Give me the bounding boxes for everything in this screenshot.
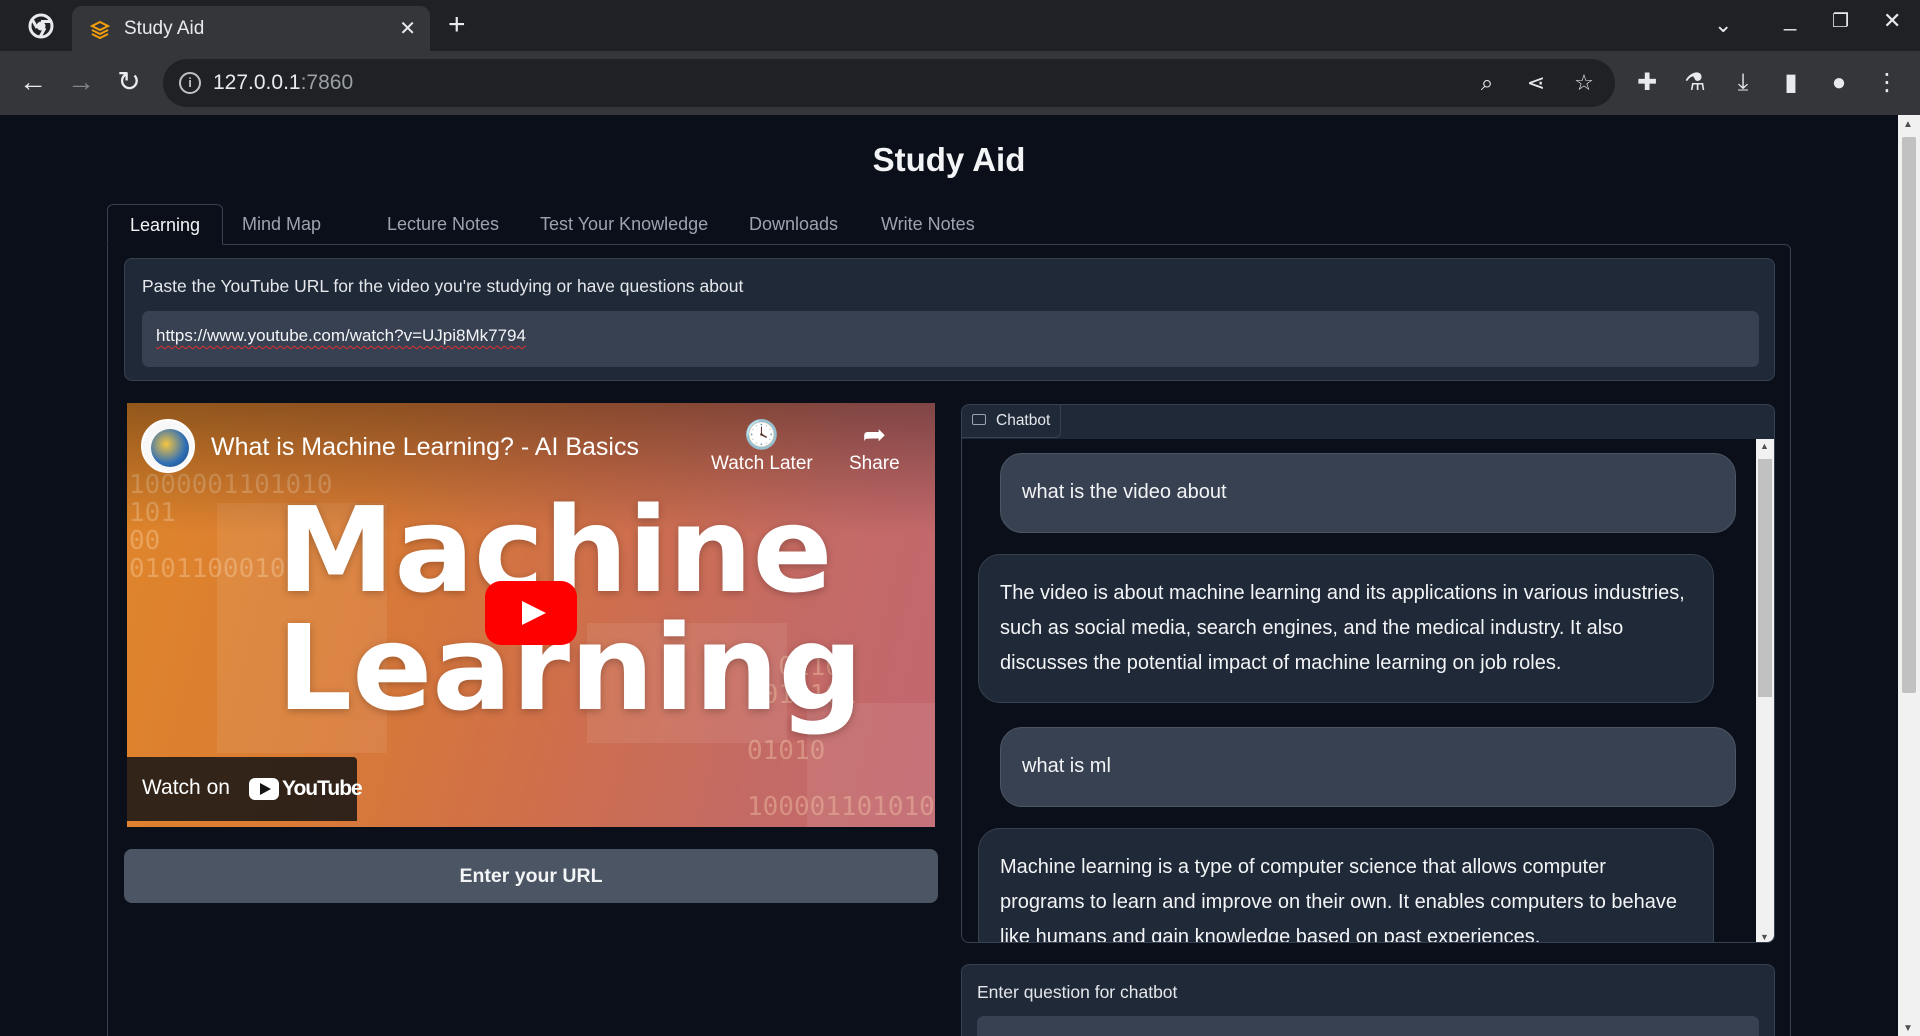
app-title: Study Aid	[872, 141, 1026, 178]
chat-scroll-thumb[interactable]	[1758, 459, 1772, 697]
video-title[interactable]: What is Machine Learning? - AI Basics	[211, 433, 639, 462]
chat-message-text: what is the video about	[1022, 481, 1227, 503]
browser-tab-title: Study Aid	[124, 18, 205, 39]
share-label: Share	[849, 453, 900, 474]
youtube-url-value: https://www.youtube.com/watch?v=UJpi8Mk7…	[156, 326, 526, 345]
page: Study Aid Learning Mind Map Lecture Note…	[0, 115, 1898, 1036]
more-menu-icon[interactable]: ⋮	[1872, 68, 1902, 98]
bookmark-star-icon[interactable]: ☆	[1571, 70, 1597, 96]
watch-on-youtube-button[interactable]: Watch on YouTube	[127, 757, 363, 821]
page-scrollbar[interactable]: ▲ ▼	[1898, 115, 1920, 1036]
tab-test-your-knowledge[interactable]: Test Your Knowledge	[518, 204, 730, 245]
address-bar[interactable]: i 127.0.0.1:7860 ⌕ ⋖ ☆	[163, 59, 1615, 107]
share-button[interactable]: ➦ Share	[849, 417, 900, 475]
tab-search-chevron-icon[interactable]: ⌄	[1714, 12, 1732, 38]
chatbot-block: Chatbot what is the video about The vide…	[961, 404, 1775, 943]
forward-arrow-icon[interactable]: →	[64, 65, 98, 99]
chat-scrollbar[interactable]: ▲ ▼	[1756, 439, 1774, 942]
youtube-url-label: Paste the YouTube URL for the video you'…	[142, 276, 744, 296]
address-bar-url[interactable]: 127.0.0.1:7860	[213, 71, 353, 95]
close-window-icon[interactable]: ✕	[1883, 8, 1901, 34]
chat-message-text: The video is about machine learning and …	[1000, 582, 1685, 674]
scroll-down-arrow-icon[interactable]: ▼	[1760, 932, 1769, 942]
question-label: Enter question for chatbot	[977, 982, 1178, 1002]
page-scroll-thumb[interactable]	[1902, 137, 1916, 693]
chat-message-bot: The video is about machine learning and …	[978, 554, 1714, 703]
chrome-logo-icon[interactable]	[28, 13, 54, 39]
zoom-icon[interactable]: ⌕	[1474, 70, 1500, 96]
youtube-url-input[interactable]: https://www.youtube.com/watch?v=UJpi8Mk7…	[142, 311, 1759, 367]
side-panel-icon[interactable]: ▮	[1776, 68, 1806, 98]
tab-learning[interactable]: Learning	[107, 204, 224, 245]
tab-lecture-notes[interactable]: Lecture Notes	[365, 204, 521, 245]
tab-downloads[interactable]: Downloads	[727, 204, 860, 245]
chat-message-text: Machine learning is a type of computer s…	[1000, 856, 1678, 943]
chatbot-label: Chatbot	[962, 405, 1062, 438]
browser-toolbar: ← → ↻ i 127.0.0.1:7860 ⌕ ⋖ ☆ ✚ ⚗ ⤓ ▮ ● ⋮	[0, 51, 1920, 115]
share-arrow-icon: ➦	[862, 419, 887, 450]
question-block: Enter question for chatbot	[961, 964, 1775, 1036]
scroll-down-arrow-icon[interactable]: ▼	[1903, 1023, 1913, 1034]
minimize-window-icon[interactable]: _	[1784, 6, 1796, 32]
close-tab-icon[interactable]: ✕	[399, 16, 416, 41]
chat-message-user: what is ml	[1000, 727, 1736, 807]
scroll-up-arrow-icon[interactable]: ▲	[1903, 119, 1913, 130]
watch-later-label: Watch Later	[711, 453, 813, 474]
tab-mind-map[interactable]: Mind Map	[220, 204, 343, 245]
youtube-video-embed[interactable]: 1000001101010 101 00 0101100010 0110 101…	[127, 403, 935, 827]
chat-messages[interactable]: what is the video about The video is abo…	[962, 439, 1756, 943]
question-input[interactable]	[977, 1016, 1759, 1036]
browser-tab-study-aid[interactable]: Study Aid ✕	[72, 6, 430, 51]
watch-later-button[interactable]: 🕓 Watch Later	[711, 417, 813, 475]
chrome-labs-flask-icon[interactable]: ⚗	[1680, 68, 1710, 98]
share-icon[interactable]: ⋖	[1523, 70, 1549, 96]
download-icon[interactable]: ⤓	[1728, 68, 1758, 98]
scroll-up-arrow-icon[interactable]: ▲	[1760, 441, 1769, 451]
chat-message-text: what is ml	[1022, 755, 1111, 777]
chat-message-user: what is the video about	[1000, 453, 1736, 533]
enter-url-button[interactable]: Enter your URL	[124, 849, 938, 903]
profile-avatar-icon[interactable]: ●	[1824, 68, 1854, 98]
chat-message-bot: Machine learning is a type of computer s…	[978, 828, 1714, 943]
gradio-favicon-icon	[90, 20, 110, 40]
tab-write-notes[interactable]: Write Notes	[859, 204, 997, 245]
new-tab-icon[interactable]: +	[448, 8, 466, 42]
back-arrow-icon[interactable]: ←	[16, 65, 50, 99]
play-button[interactable]	[485, 581, 577, 645]
channel-avatar[interactable]	[141, 419, 195, 473]
reload-icon[interactable]: ↻	[112, 65, 146, 99]
site-info-icon[interactable]: i	[179, 72, 201, 94]
browser-tab-bar: Study Aid ✕ + ⌄ _ ❐ ✕	[0, 0, 1920, 51]
globe-logo-icon	[151, 429, 189, 467]
extensions-puzzle-icon[interactable]: ✚	[1632, 68, 1662, 98]
clock-icon: 🕓	[744, 419, 780, 450]
restore-window-icon[interactable]: ❐	[1832, 10, 1849, 33]
youtube-url-block: Paste the YouTube URL for the video you'…	[124, 258, 1775, 381]
chat-icon	[972, 414, 986, 426]
watch-on-label: Watch on	[142, 776, 230, 799]
